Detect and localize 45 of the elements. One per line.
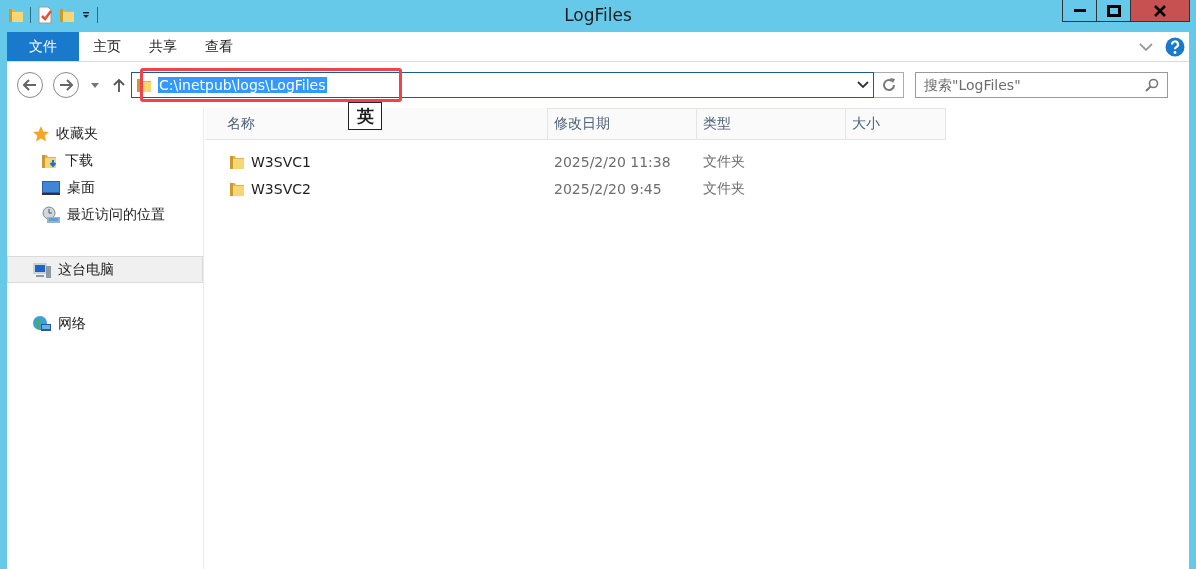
table-cell: 文件夹 xyxy=(703,179,745,196)
star-icon xyxy=(32,124,50,143)
close-button[interactable] xyxy=(1131,0,1189,21)
sidebar-item[interactable]: 下载 xyxy=(7,147,203,174)
refresh-icon xyxy=(880,77,897,93)
ribbon-tab[interactable]: 共享 xyxy=(135,32,191,61)
close-icon xyxy=(1153,4,1167,17)
file-name[interactable]: W3SVC2 xyxy=(251,180,311,197)
sidebar-item[interactable]: 桌面 xyxy=(7,174,203,201)
computer-icon xyxy=(32,260,52,279)
help-icon[interactable] xyxy=(1165,36,1185,57)
file-menu-tab[interactable]: 文件 xyxy=(7,32,79,61)
back-arrow-icon xyxy=(23,79,37,91)
table-cell: 文件夹 xyxy=(703,152,745,169)
recent-places-icon xyxy=(41,205,61,224)
folder-icon xyxy=(8,6,24,24)
recent-locations-dropdown-icon[interactable] xyxy=(91,82,99,88)
address-path: C:\inetpub\logs\LogFiles xyxy=(158,77,327,93)
input-mode-indicator: 英 xyxy=(348,102,382,130)
maximize-icon xyxy=(1106,4,1121,17)
ribbon-tab[interactable]: 查看 xyxy=(191,32,247,61)
properties-icon[interactable] xyxy=(37,6,53,24)
expand-ribbon-icon[interactable] xyxy=(1139,41,1153,52)
table-cell: 2025/2/20 11:38 xyxy=(554,153,671,170)
sidebar-item[interactable]: 这台电脑 xyxy=(7,256,203,283)
sidebar-item[interactable]: 最近访问的位置 xyxy=(7,201,203,228)
forward-arrow-icon xyxy=(59,79,73,91)
dropdown-chevron-icon[interactable] xyxy=(857,81,869,89)
column-header[interactable]: 大小 xyxy=(846,108,946,140)
ribbon-tab[interactable]: 主页 xyxy=(79,32,135,61)
search-field[interactable]: 搜索"LogFiles" xyxy=(915,72,1168,98)
window-title: LogFiles xyxy=(564,5,632,25)
sidebar-item[interactable]: 网络 xyxy=(7,310,203,337)
sidebar-item[interactable]: 收藏夹 xyxy=(7,120,203,147)
column-header[interactable]: 类型 xyxy=(697,108,846,140)
minimize-icon xyxy=(1073,9,1086,12)
up-arrow-icon[interactable] xyxy=(113,78,125,92)
search-icon xyxy=(1145,78,1159,92)
refresh-button[interactable] xyxy=(874,72,904,98)
desktop-icon xyxy=(41,179,61,196)
network-icon xyxy=(32,314,52,333)
file-name[interactable]: W3SVC1 xyxy=(251,153,311,170)
customize-dropdown-icon[interactable] xyxy=(81,10,91,20)
table-cell: 2025/2/20 9:45 xyxy=(554,180,662,197)
column-header[interactable]: 修改日期 xyxy=(548,108,697,140)
